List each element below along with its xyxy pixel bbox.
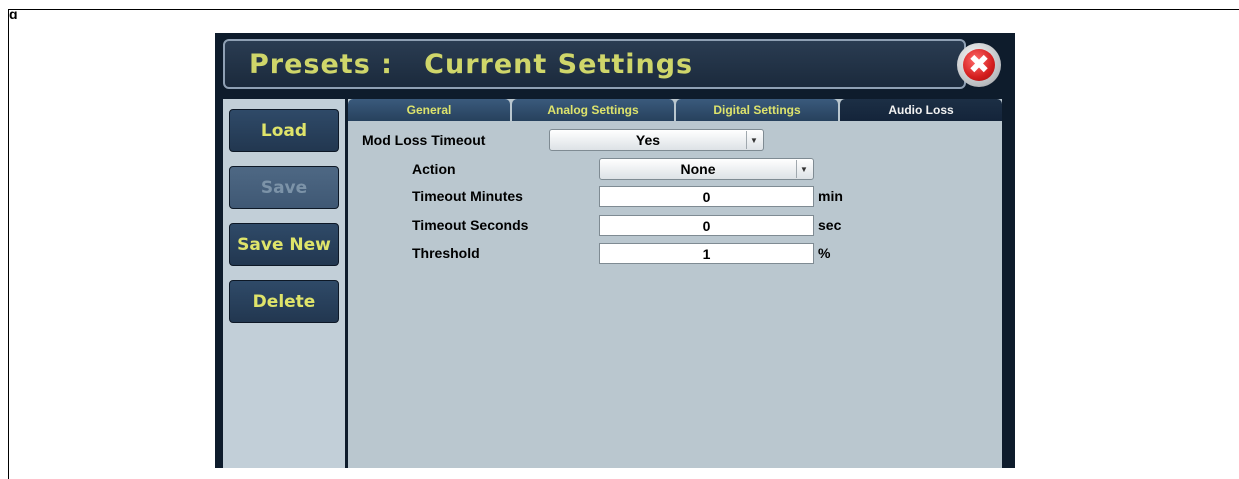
threshold-label: Threshold bbox=[412, 245, 480, 261]
save-button[interactable]: Save bbox=[229, 166, 339, 209]
timeout-seconds-label: Timeout Seconds bbox=[412, 217, 529, 233]
tab-audio-loss[interactable]: Audio Loss bbox=[840, 99, 1002, 121]
close-icon: ✖ bbox=[963, 49, 995, 81]
action-label: Action bbox=[412, 161, 456, 177]
tab-general[interactable]: General bbox=[348, 99, 510, 121]
threshold-unit: % bbox=[818, 245, 831, 261]
presets-screen: Presets : Current Settings ✖ Load Save S… bbox=[215, 33, 1015, 468]
action-value: None bbox=[680, 161, 716, 177]
action-select[interactable]: None ▼ bbox=[599, 158, 814, 180]
sidebar: Load Save Save New Delete bbox=[223, 99, 345, 468]
timeout-minutes-input[interactable]: 0 bbox=[599, 186, 814, 207]
settings-panel: General Analog Settings Digital Settings… bbox=[348, 99, 1002, 468]
mod-loss-timeout-value: Yes bbox=[635, 132, 661, 148]
timeout-seconds-input[interactable]: 0 bbox=[599, 215, 814, 236]
save-new-button[interactable]: Save New bbox=[229, 223, 339, 266]
threshold-input[interactable]: 1 bbox=[599, 243, 814, 264]
chevron-down-icon: ▼ bbox=[796, 160, 811, 178]
load-button[interactable]: Load bbox=[229, 109, 339, 152]
mod-loss-timeout-label: Mod Loss Timeout bbox=[362, 132, 486, 148]
title-bar: Presets : Current Settings bbox=[223, 39, 966, 89]
timeout-minutes-unit: min bbox=[818, 188, 843, 204]
tab-analog-settings[interactable]: Analog Settings bbox=[512, 99, 674, 121]
chevron-down-icon: ▼ bbox=[746, 131, 761, 149]
tab-bar: General Analog Settings Digital Settings… bbox=[348, 99, 1002, 121]
timeout-minutes-label: Timeout Minutes bbox=[412, 188, 523, 204]
delete-button[interactable]: Delete bbox=[229, 280, 339, 323]
close-button[interactable]: ✖ bbox=[957, 43, 1001, 87]
mod-loss-timeout-select[interactable]: Yes ▼ bbox=[549, 129, 764, 151]
page-title: Presets : Current Settings bbox=[249, 48, 694, 80]
timeout-seconds-unit: sec bbox=[818, 217, 842, 233]
corner-letter: g bbox=[9, 10, 18, 19]
tab-digital-settings[interactable]: Digital Settings bbox=[676, 99, 838, 121]
